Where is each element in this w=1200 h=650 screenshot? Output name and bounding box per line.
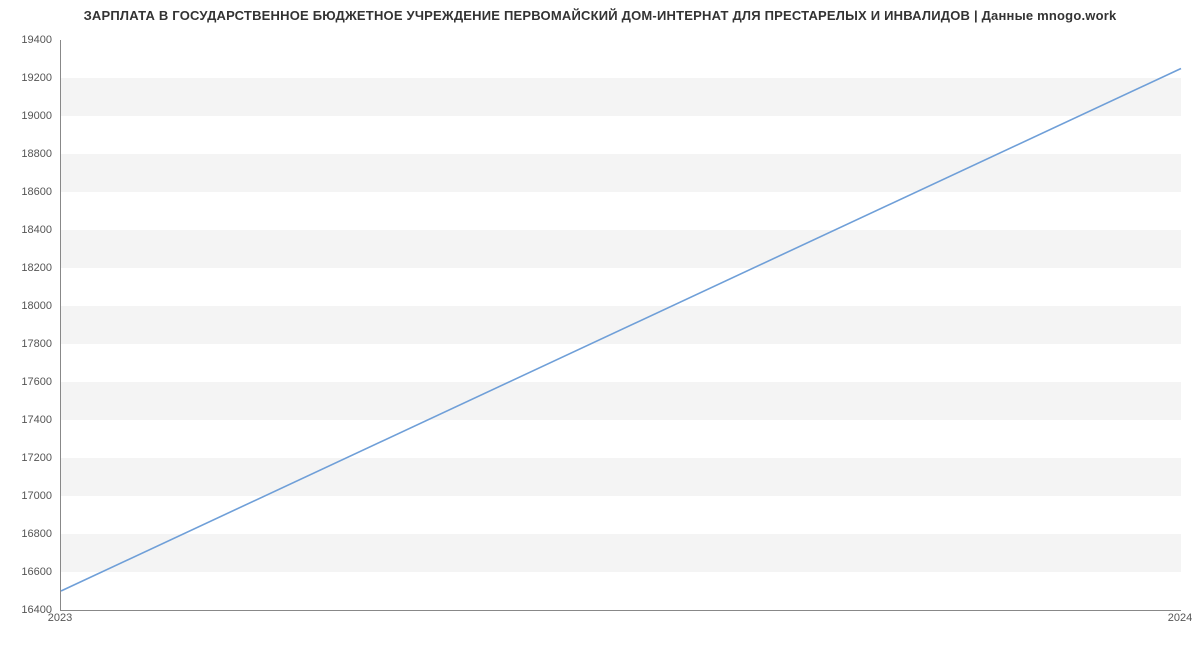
data-line [61,69,1181,592]
y-tick-label: 17600 [0,376,52,388]
y-tick-label: 18000 [0,300,52,312]
y-tick-label: 19000 [0,110,52,122]
chart-title: ЗАРПЛАТА В ГОСУДАРСТВЕННОЕ БЮДЖЕТНОЕ УЧР… [0,8,1200,23]
line-layer [61,40,1181,610]
y-tick-label: 18800 [0,148,52,160]
y-tick-label: 16600 [0,566,52,578]
y-tick-label: 18200 [0,262,52,274]
y-tick-label: 17200 [0,452,52,464]
x-tick-label: 2023 [48,612,72,624]
y-tick-label: 17800 [0,338,52,350]
y-tick-label: 18600 [0,186,52,198]
x-tick-label: 2024 [1168,612,1192,624]
y-tick-label: 17400 [0,414,52,426]
y-tick-label: 17000 [0,490,52,502]
y-tick-label: 16800 [0,528,52,540]
chart-container: ЗАРПЛАТА В ГОСУДАРСТВЕННОЕ БЮДЖЕТНОЕ УЧР… [0,0,1200,650]
y-tick-label: 18400 [0,224,52,236]
y-tick-label: 19400 [0,34,52,46]
plot-area [60,40,1181,611]
y-tick-label: 16400 [0,604,52,616]
y-tick-label: 19200 [0,72,52,84]
